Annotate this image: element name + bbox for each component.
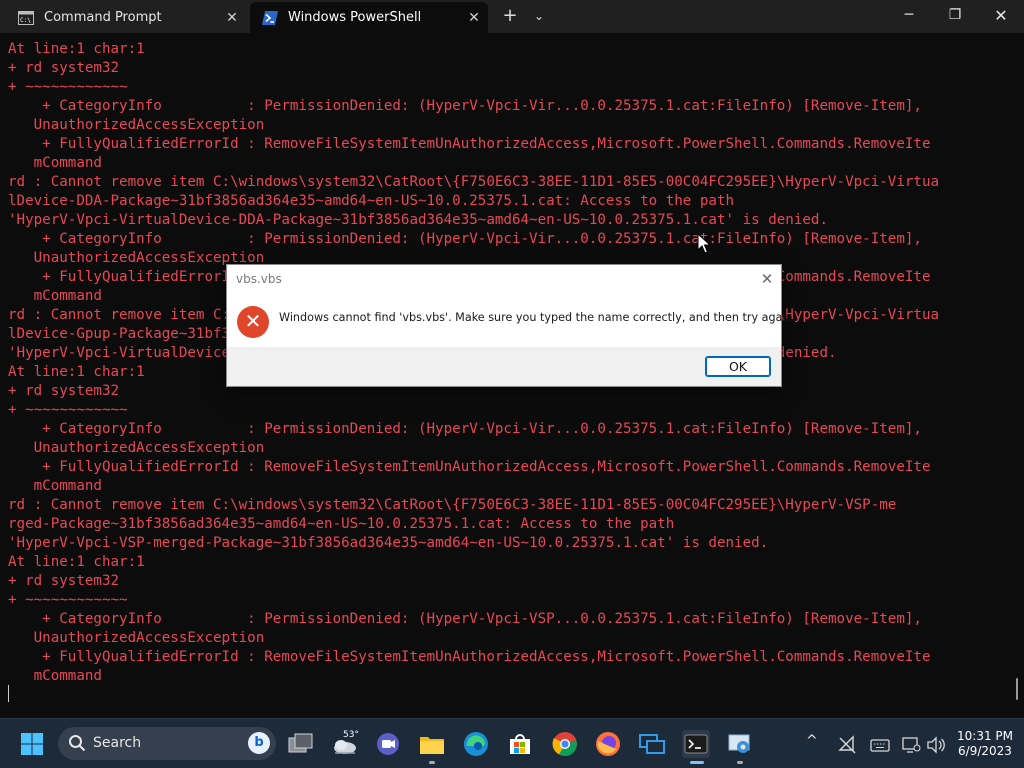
microsoft-store-icon[interactable] — [506, 730, 534, 758]
firefox-browser-icon[interactable] — [594, 730, 622, 758]
scrollbar-thumb[interactable] — [1016, 678, 1018, 700]
dialog-footer: OK — [227, 347, 781, 386]
terminal-line: + FullyQualifiedErrorId : RemoveFileSyst… — [8, 136, 931, 152]
tab-label: Command Prompt — [44, 10, 162, 25]
start-windows-icon[interactable] — [18, 730, 46, 758]
terminal-line: + ~~~~~~~~~~~~ — [8, 402, 128, 418]
terminal-line: + CategoryInfo : PermissionDenied: (Hype… — [8, 98, 922, 114]
powershell-icon — [262, 10, 278, 25]
title-bar: C:\ Command Prompt ✕ Windows PowerShell … — [0, 0, 1024, 33]
system-clock[interactable]: 10:31 PM 6/9/2023 — [952, 729, 1018, 759]
tab-windows-powershell[interactable]: Windows PowerShell ✕ — [250, 2, 488, 33]
active-app-indicator — [690, 761, 704, 764]
running-indicator — [429, 761, 435, 764]
terminal-line: UnauthorizedAccessException — [8, 117, 265, 133]
terminal-line: rd : Cannot remove item C:\windows\syste… — [8, 174, 940, 190]
terminal-line: + CategoryInfo : PermissionDenied: (Hype… — [8, 231, 922, 247]
terminal-line: + ~~~~~~~~~~~~ — [8, 79, 128, 95]
new-tab-button[interactable]: + — [498, 5, 522, 27]
taskbar: Search b 53° ^ 10:31 PM 6/9/2023 — [0, 718, 1024, 768]
terminal-line: lDevice-DDA-Package~31bf3856ad364e35~amd… — [8, 193, 735, 209]
terminal-line: At line:1 char:1 — [8, 41, 145, 57]
terminal-line: + CategoryInfo : PermissionDenied: (Hype… — [8, 421, 922, 437]
search-icon — [69, 735, 86, 752]
tray-overflow-icon[interactable]: ^ — [806, 733, 818, 749]
tab-label: Windows PowerShell — [288, 10, 422, 25]
terminal-line: rged-Package~31bf3856ad364e35~amd64~en-U… — [8, 516, 675, 532]
clock-date: 6/9/2023 — [958, 744, 1012, 758]
terminal-line: 'HyperV-Vpci-VirtualDevice-DDA-Package~3… — [8, 212, 828, 228]
terminal-line: + FullyQualifiedErrorId : RemoveFileSyst… — [8, 459, 931, 475]
volume-icon[interactable] — [922, 731, 950, 759]
error-icon: ✕ — [237, 306, 269, 338]
terminal-line: + ~~~~~~~~~~~~ — [8, 592, 128, 608]
search-label: Search — [93, 735, 142, 751]
mouse-pointer-icon — [697, 233, 711, 254]
edge-browser-icon[interactable] — [462, 730, 490, 758]
dialog-title: vbs.vbs — [236, 272, 282, 286]
dialog-body: ✕ Windows cannot find 'vbs.vbs'. Make su… — [227, 293, 796, 347]
error-dialog: vbs.vbs ✕ ✕ Windows cannot find 'vbs.vbs… — [226, 264, 796, 387]
chrome-browser-icon[interactable] — [551, 730, 579, 758]
tab-command-prompt[interactable]: C:\ Command Prompt ✕ — [6, 2, 246, 33]
terminal-line: rd : Cannot remove item C:\windows\syste… — [8, 497, 897, 513]
bing-icon[interactable]: b — [248, 732, 270, 754]
dialog-close-icon[interactable]: ✕ — [757, 269, 777, 289]
text-cursor — [8, 685, 9, 702]
chevron-down-icon[interactable]: ⌄ — [528, 5, 550, 27]
close-window-button[interactable]: ✕ — [978, 0, 1024, 33]
terminal-line: 'HyperV-Vpci-VSP-merged-Package~31bf3856… — [8, 535, 769, 551]
maximize-button[interactable]: ❐ — [932, 0, 978, 33]
terminal-line: mCommand — [8, 155, 102, 171]
tab-close-icon[interactable]: ✕ — [218, 10, 246, 26]
file-explorer-icon[interactable] — [418, 730, 446, 758]
terminal-line: + rd system32 — [8, 60, 120, 76]
meet-chat-icon[interactable] — [374, 730, 402, 758]
terminal-line: UnauthorizedAccessException — [8, 440, 265, 456]
task-view-icon[interactable] — [287, 730, 315, 758]
display-icon[interactable] — [897, 731, 925, 759]
terminal-line: mCommand — [8, 668, 102, 684]
ok-button[interactable]: OK — [705, 356, 771, 377]
terminal-line: UnauthorizedAccessException — [8, 630, 265, 646]
minimize-button[interactable]: ─ — [886, 0, 932, 33]
terminal-line: At line:1 char:1 — [8, 554, 145, 570]
clock-time: 10:31 PM — [957, 729, 1013, 743]
terminal-line: mCommand — [8, 478, 102, 494]
system-app-icon[interactable] — [726, 730, 754, 758]
remote-desktop-icon[interactable] — [638, 730, 666, 758]
terminal-app-icon[interactable] — [682, 730, 710, 758]
terminal-line: + FullyQualifiedErrorId : RemoveFileSyst… — [8, 649, 931, 665]
terminal-line: + rd system32 — [8, 573, 120, 589]
network-off-icon[interactable] — [834, 731, 862, 759]
keyboard-icon[interactable] — [866, 731, 894, 759]
cmd-icon: C:\ — [18, 10, 34, 25]
running-indicator — [737, 761, 743, 764]
dialog-message: Windows cannot find 'vbs.vbs'. Make sure… — [279, 311, 797, 324]
svg-text:C:\: C:\ — [20, 17, 31, 24]
terminal-line: + CategoryInfo : PermissionDenied: (Hype… — [8, 611, 922, 627]
taskbar-search-box[interactable]: Search b — [58, 727, 276, 760]
tab-close-icon[interactable]: ✕ — [460, 10, 488, 26]
weather-temperature: 53° — [343, 730, 359, 740]
